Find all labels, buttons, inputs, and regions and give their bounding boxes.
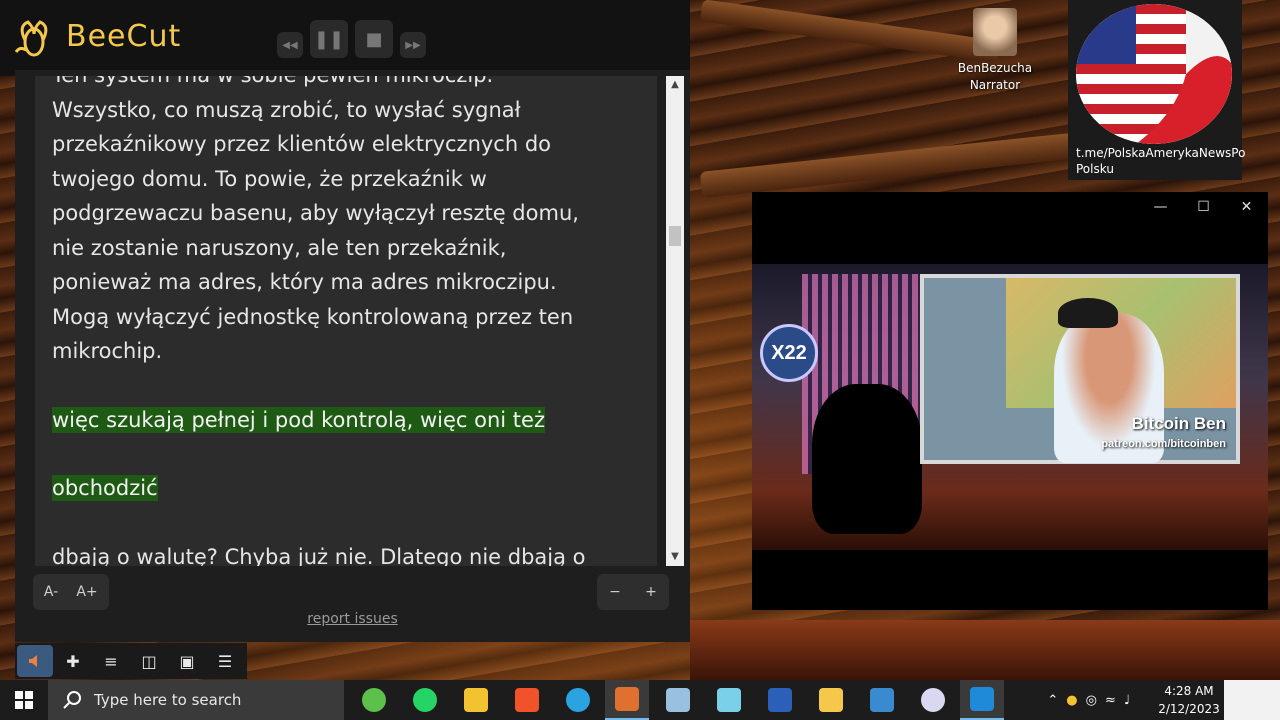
sidebar-icon[interactable]: ◫ [131, 645, 167, 677]
taskbar-app-pictures-icon[interactable] [656, 680, 700, 720]
wood-beam [690, 620, 1280, 680]
taskbar-app-word-icon[interactable] [758, 680, 802, 720]
us-pl-flag-icon [1076, 4, 1232, 144]
minimize-icon[interactable]: — [1139, 192, 1182, 222]
video-player-window: — ☐ ✕ X22 Bitcoin Ben patreon.com/bitcoi… [752, 192, 1268, 610]
scroll-up-arrow-icon[interactable]: ▲ [666, 76, 684, 94]
windows-start-icon[interactable] [0, 680, 48, 720]
menu-icon[interactable]: ☰ [207, 645, 243, 677]
flag-caption-line: Polsku [1076, 162, 1114, 176]
transcript-line: Wszystko, co muszą zrobić, to wysłać syg… [52, 97, 521, 122]
highlighted-line: więc szukają pełnej i pod kontrolą, więc… [52, 406, 545, 433]
transcript-line: twojego domu. To powie, że przekaźnik w [52, 166, 487, 191]
font-increase-button[interactable]: A+ [69, 584, 105, 600]
host-name: Bitcoin Ben [1131, 414, 1226, 433]
transcript-line: dbają o walutę? Chyba już nie. Dlatego n… [52, 544, 586, 567]
list-icon[interactable]: ≡ [93, 645, 129, 677]
highlighted-line: obchodzić [52, 475, 158, 501]
taskbar-app-beecut-icon[interactable] [809, 680, 853, 720]
taskbar-app-video-icon[interactable] [960, 680, 1004, 720]
bee-icon [14, 20, 48, 57]
search-icon [63, 691, 81, 709]
notification-area[interactable] [1224, 680, 1280, 720]
flag-caption-line: t.me/PolskaAmerykaNewsPo [1076, 146, 1246, 160]
font-size-controls: A- A+ [33, 574, 109, 610]
taskbar-app-explorer-icon[interactable] [454, 680, 498, 720]
speaker-icon[interactable] [17, 645, 53, 677]
beecut-logo: BeeCut [10, 12, 181, 60]
minus-button[interactable]: − [597, 584, 633, 600]
close-icon[interactable]: ✕ [1225, 192, 1268, 222]
plus-button[interactable]: + [633, 584, 669, 600]
search-placeholder: Type here to search [94, 691, 242, 709]
narrator-avatar [973, 8, 1017, 56]
host-cap [1058, 298, 1118, 328]
vertical-scrollbar[interactable]: ▲ ▼ [666, 76, 684, 566]
clock-date: 2/12/2023 [1158, 702, 1220, 716]
narrator-label-2: Narrator [969, 78, 1021, 92]
window-controls: — ☐ ✕ [1139, 192, 1268, 222]
transcript-text-area[interactable]: Ten system ma w sobie pewien mikroczip. … [35, 76, 657, 566]
wood-beam [699, 128, 1121, 198]
taskbar-clock[interactable]: 4:28 AM 2/12/2023 [1158, 682, 1220, 718]
transcript-line: nie zostanie naruszony, ale ten przekaźn… [52, 235, 507, 260]
tray-chevron-icon[interactable]: ⌃ [1047, 693, 1058, 708]
tray-volume-icon[interactable]: ♩ [1124, 693, 1130, 708]
transcript-line: przekaźnikowy przez klientów elektryczny… [52, 132, 552, 156]
font-decrease-button[interactable]: A- [33, 584, 69, 600]
silhouette-figure [812, 384, 922, 534]
desktop-icon-narrator[interactable]: BenBezucha Narrator [955, 8, 1035, 94]
flag-image [1076, 4, 1232, 144]
taskbar-app-reader-icon[interactable] [605, 680, 649, 720]
reader-panel: Ten system ma w sobie pewien mikroczip. … [15, 70, 690, 642]
x22-logo: X22 [760, 324, 818, 382]
puzzle-icon[interactable]: ✚ [55, 645, 91, 677]
beecut-titlebar: BeeCut ◀◀ ❚❚ ■ ▶▶ [0, 0, 690, 76]
transcript-line: mikrochip. [52, 339, 163, 363]
host-url: patreon.com/bitcoinben [1101, 438, 1226, 450]
telegram-channel-card[interactable]: t.me/PolskaAmerykaNewsPo Polsku [1068, 0, 1246, 180]
transcript-line: Ten system ma w sobie pewien mikroczip. [52, 76, 652, 93]
stop-button[interactable]: ■ [355, 20, 393, 58]
transcript-content: Ten system ma w sobie pewien mikroczip. … [52, 76, 652, 566]
scroll-down-arrow-icon[interactable]: ▼ [666, 548, 684, 566]
transcript-line: podgrzewaczu basenu, aby wyłączył resztę… [52, 201, 579, 225]
flag-caption: t.me/PolskaAmerykaNewsPo Polsku [1076, 145, 1246, 177]
transcript-line: ponieważ ma adres, który ma adres mikroc… [52, 270, 557, 294]
taskbar-app-media-icon[interactable] [911, 680, 955, 720]
narrator-label-1: BenBezucha [957, 61, 1033, 75]
zoom-controls: − + [597, 574, 669, 610]
extension-toolbar: ✚ ≡ ◫ ▣ ☰ [15, 643, 247, 679]
host-screen: Bitcoin Ben patreon.com/bitcoinben [920, 274, 1240, 464]
taskbar-app-brave-icon[interactable] [505, 680, 549, 720]
pause-button[interactable]: ❚❚ [310, 20, 348, 58]
system-tray: ⌃ ● ◎ ≈ ♩ [1047, 680, 1130, 720]
taskbar-app-photos-icon[interactable] [860, 680, 904, 720]
taskbar-app-vpn-icon[interactable] [352, 680, 396, 720]
taskbar-search-box[interactable]: Type here to search [48, 680, 344, 720]
wallet-icon[interactable]: ▣ [169, 645, 205, 677]
taskbar-app-whatsapp-icon[interactable] [403, 680, 447, 720]
transcript-line: Mogą wyłączyć jednostkę kontrolowaną prz… [52, 304, 574, 329]
taskbar-app-notes-icon[interactable] [707, 680, 751, 720]
report-issues-link[interactable]: report issues [15, 611, 690, 627]
taskbar-app-telegram-icon[interactable] [556, 680, 600, 720]
tray-wifi-icon[interactable]: ≈ [1105, 693, 1116, 708]
rewind-button[interactable]: ◀◀ [277, 32, 303, 58]
app-title: BeeCut [66, 18, 182, 54]
forward-button[interactable]: ▶▶ [400, 32, 426, 58]
tray-mic-icon[interactable]: ◎ [1086, 693, 1097, 708]
tray-location-icon[interactable]: ● [1066, 693, 1077, 708]
video-frame[interactable]: X22 Bitcoin Ben patreon.com/bitcoinben [752, 264, 1268, 550]
clock-time: 4:28 AM [1164, 684, 1214, 698]
maximize-icon[interactable]: ☐ [1182, 192, 1225, 222]
scrollbar-thumb[interactable] [669, 226, 681, 246]
windows-taskbar: Type here to search ⌃ ● ◎ ≈ ♩ 4:28 AM 2/… [0, 680, 1280, 720]
